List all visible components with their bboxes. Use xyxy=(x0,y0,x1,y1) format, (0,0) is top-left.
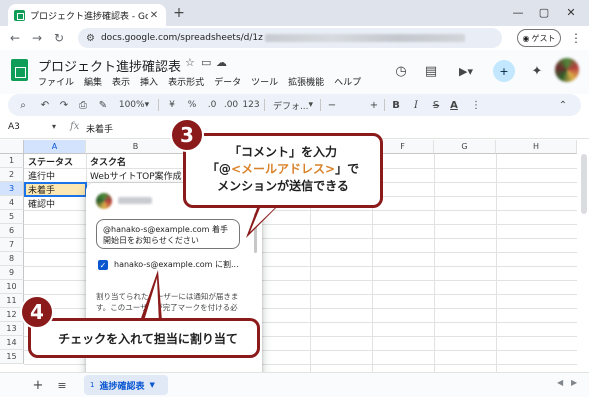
scroll-right-icon[interactable]: ▶ xyxy=(571,378,577,387)
callout-mention: 「コメント」を入力 「@<メールアドレス>」で メンションが送信できる xyxy=(183,133,383,208)
sheet-tab-label: 進捗確認表 xyxy=(99,381,145,392)
step-badge-3: 3 xyxy=(170,118,204,152)
add-sheet-button[interactable]: + xyxy=(30,377,46,393)
callout3-line2: 「@<メールアドレス>」で xyxy=(186,161,380,178)
callout-assign: チェックを入れて担当に割り当て xyxy=(28,318,260,358)
callout3-email: <メールアドレス> xyxy=(230,162,336,176)
scroll-left-icon[interactable]: ◀ xyxy=(557,378,563,387)
sheet-tab-number: 1 xyxy=(90,381,95,389)
sheet-tab[interactable]: 1 進捗確認表 ▼ xyxy=(84,375,168,395)
callout3-post: 」で xyxy=(335,162,360,176)
callout3-line3: メンションが送信できる xyxy=(217,179,349,193)
callout3-at: 「@ xyxy=(206,162,231,176)
sheet-tab-dropdown-icon[interactable]: ▼ xyxy=(149,381,154,389)
callout3-line1: 「コメント」を入力 xyxy=(228,145,337,159)
step-badge-4: 4 xyxy=(20,295,54,329)
all-sheets-menu-icon[interactable]: ≡ xyxy=(54,377,70,393)
